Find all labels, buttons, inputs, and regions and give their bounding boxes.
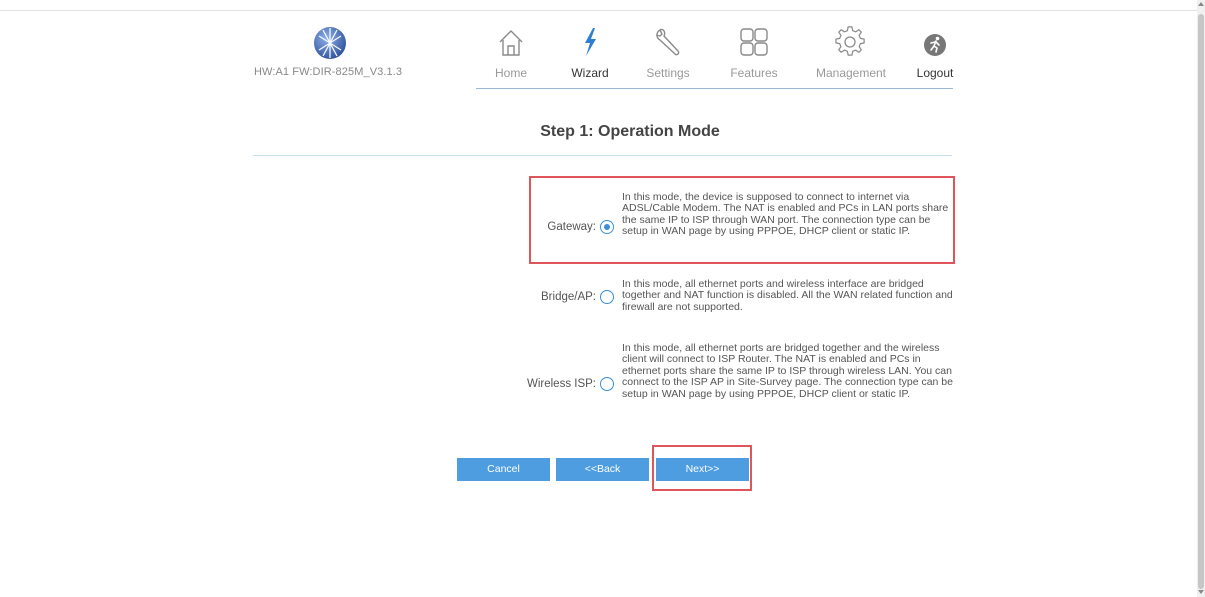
gateway-label: Gateway:	[547, 221, 596, 233]
scroll-down-icon[interactable]	[1198, 590, 1204, 594]
top-border	[0, 10, 1197, 11]
gateway-description: In this mode, the device is supposed to …	[622, 191, 949, 238]
page-scrollbar[interactable]	[1197, 0, 1205, 597]
firmware-version: HW:A1 FW:DIR-825M_V3.1.3	[254, 66, 403, 78]
cancel-button[interactable]: Cancel	[457, 458, 550, 481]
scroll-up-icon[interactable]	[1198, 2, 1204, 6]
nav-features-label: Features	[730, 66, 778, 80]
nav-divider	[476, 88, 953, 89]
lightning-icon	[585, 28, 596, 56]
wireless-isp-label: Wireless ISP:	[526, 378, 596, 390]
nav-management-label: Management	[815, 66, 887, 80]
bridge-ap-label: Bridge/AP:	[541, 291, 596, 303]
wireless-isp-description: In this mode, all ethernet ports are bri…	[622, 342, 953, 400]
nav-settings[interactable]: Settings	[623, 26, 713, 80]
wrench-icon	[655, 28, 680, 56]
dlink-logo-icon	[313, 26, 347, 60]
page-title: Step 1: Operation Mode	[540, 123, 720, 140]
nav-home-label: Home	[494, 66, 527, 80]
wireless-isp-radio[interactable]	[600, 377, 614, 391]
nav-features[interactable]: Features	[709, 26, 799, 80]
bridge-ap-radio[interactable]	[600, 290, 614, 304]
nav-management[interactable]: Management	[806, 26, 896, 80]
running-man-icon	[924, 34, 946, 56]
home-icon	[499, 30, 523, 56]
gateway-radio[interactable]	[600, 220, 614, 234]
nav-logout-label: Logout	[916, 66, 954, 80]
next-highlight-box	[652, 445, 752, 491]
nav-home[interactable]: Home	[466, 26, 556, 80]
grid-icon	[740, 28, 768, 56]
gear-icon	[835, 26, 865, 56]
back-button[interactable]: <<Back	[556, 458, 649, 481]
nav-wizard[interactable]: Wizard	[545, 26, 635, 80]
scrollbar-thumb[interactable]	[1198, 14, 1204, 589]
title-divider	[253, 155, 952, 156]
nav-settings-label: Settings	[646, 66, 690, 80]
nav-logout[interactable]: Logout	[890, 26, 980, 80]
nav-wizard-label: Wizard	[571, 66, 609, 80]
bridge-ap-description: In this mode, all ethernet ports and wir…	[622, 278, 953, 313]
